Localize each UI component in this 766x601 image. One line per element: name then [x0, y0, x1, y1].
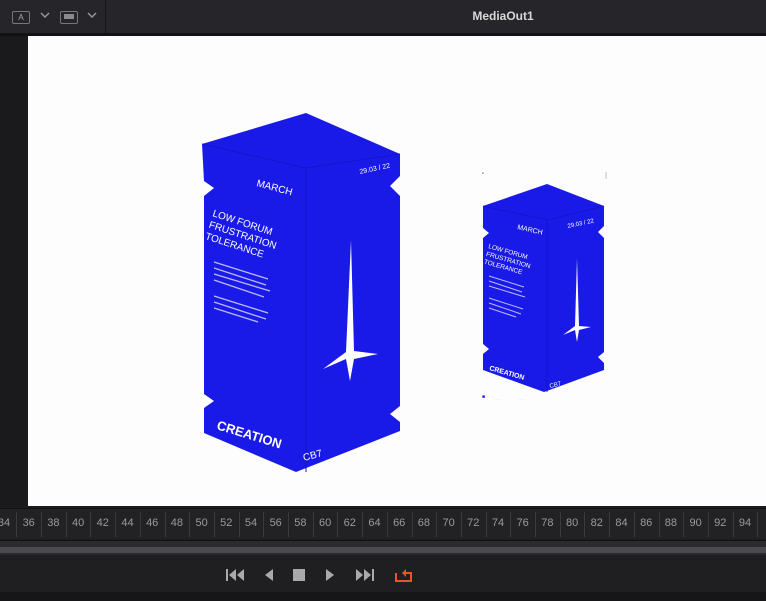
ruler-tick-mark: [633, 512, 635, 537]
ruler-tick-label: 86: [640, 517, 653, 529]
ruler-tick-label: 92: [714, 517, 727, 529]
timeline-scrubber[interactable]: [0, 540, 766, 555]
ruler-tick-label: 82: [590, 517, 603, 529]
footer-bar: [0, 592, 766, 601]
ruler-tick-label: 66: [393, 517, 406, 529]
loop-icon[interactable]: [391, 567, 415, 585]
timeline-ruler[interactable]: 34 36 38 40 42 44 46 48 50 52 54 56 58 60 62 64 66 68 70 72…: [0, 508, 766, 539]
ruler-tick-mark: [213, 512, 215, 537]
ruler-tick-label: 72: [467, 517, 480, 529]
svg-text:··········: ··········: [494, 398, 502, 401]
ruler-tick-mark: [757, 512, 759, 537]
ruler-tick-label: 48: [170, 517, 184, 529]
ruler-tick-mark: [312, 512, 314, 537]
stop-icon[interactable]: [292, 567, 306, 583]
large-box: MARCH 29.03 / 22 LOW FORUM FRUSTRATION T…: [201, 113, 401, 472]
left-gutter: [0, 36, 28, 506]
ruler-tick-label: 80: [565, 517, 579, 529]
ruler-tick-mark: [16, 512, 18, 537]
ruler-tick-mark: [263, 512, 265, 537]
ruler-tick-mark: [584, 512, 586, 537]
ruler-tick-label: 90: [689, 517, 702, 529]
ruler-tick-label: 34: [0, 517, 11, 529]
ruler-tick-mark: [436, 512, 438, 537]
ruler-tick-mark: [535, 512, 537, 537]
ruler-tick-label: 76: [516, 517, 529, 529]
poster-render: MARCH 29.03 / 22 LOW FORUM FRUSTRATION T…: [201, 113, 607, 472]
ruler-tick-mark: [65, 512, 67, 537]
ruler-tick-mark: [164, 512, 166, 537]
ruler-tick-mark: [189, 512, 191, 537]
ruler-tick-mark: [707, 512, 709, 537]
ruler-tick-label: 46: [146, 517, 159, 529]
scrubber-track[interactable]: [0, 547, 766, 553]
ruler-tick-label: 84: [615, 517, 628, 529]
skip-to-start-icon[interactable]: [225, 567, 247, 583]
viewer-title: MediaOut1: [472, 9, 534, 23]
ruler-tick-mark: [485, 512, 487, 537]
ruler-tick-label: 60: [318, 517, 332, 529]
ruler-tick-label: 42: [96, 517, 109, 529]
ruler-tick-mark: [683, 512, 685, 537]
ruler-tick-label: 36: [22, 517, 35, 529]
ruler-tick-label: 50: [195, 517, 208, 529]
ruler-tick-mark: [411, 512, 413, 537]
step-back-icon[interactable]: [262, 567, 274, 583]
ruler-tick-mark: [559, 512, 561, 537]
svg-text:··········: ··········: [518, 398, 526, 401]
ruler-tick-mark: [386, 512, 388, 537]
ruler-tick-label: 52: [220, 517, 233, 529]
ruler-tick-mark: [732, 512, 734, 537]
ruler-tick-mark: [609, 512, 611, 537]
ruler-tick-label: 74: [491, 517, 505, 529]
ruler-tick-mark: [460, 512, 462, 537]
ruler-tick-mark: [510, 512, 512, 537]
small-box: ■ ··· ··· MARCH 29.03 / 22 LOW FORUM FRU…: [482, 171, 607, 401]
ruler-tick-mark: [41, 512, 43, 537]
ruler-tick-label: 58: [294, 517, 307, 529]
skip-to-end-icon[interactable]: [353, 567, 375, 583]
ruler-tick-label: 88: [664, 517, 678, 529]
ruler-tick-label: 40: [71, 517, 85, 529]
ruler-tick-mark: [337, 512, 339, 537]
svg-text:■: ■: [482, 394, 485, 400]
ruler-tick-label: 56: [269, 517, 282, 529]
ruler-tick-mark: [139, 512, 141, 537]
ruler-tick-mark: [658, 512, 660, 537]
ruler-tick-label: 54: [244, 517, 258, 529]
ruler-tick-label: 38: [47, 517, 60, 529]
ruler-tick-mark: [115, 512, 117, 537]
ruler-tick-mark: [288, 512, 290, 537]
ruler-tick-label: 64: [368, 517, 381, 529]
ruler-tick-label: 94: [738, 517, 752, 529]
svg-text:■ ···: ■ ···: [482, 171, 488, 175]
ruler-tick-mark: [90, 512, 92, 537]
ruler-tick-label: 62: [343, 517, 356, 529]
ruler-tick-mark: [362, 512, 364, 537]
ruler-tick-mark: [238, 512, 240, 537]
ruler-tick-label: 44: [121, 517, 134, 529]
viewer-header: A MediaOut1: [0, 0, 766, 34]
viewer-canvas[interactable]: MARCH 29.03 / 22 LOW FORUM FRUSTRATION T…: [28, 36, 766, 506]
ruler-tick-label: 70: [442, 517, 455, 529]
svg-text:···: ···: [604, 173, 607, 177]
ruler-tick-label: 68: [417, 517, 431, 529]
ruler-tick-label: 78: [541, 517, 554, 529]
play-icon[interactable]: [324, 567, 336, 583]
